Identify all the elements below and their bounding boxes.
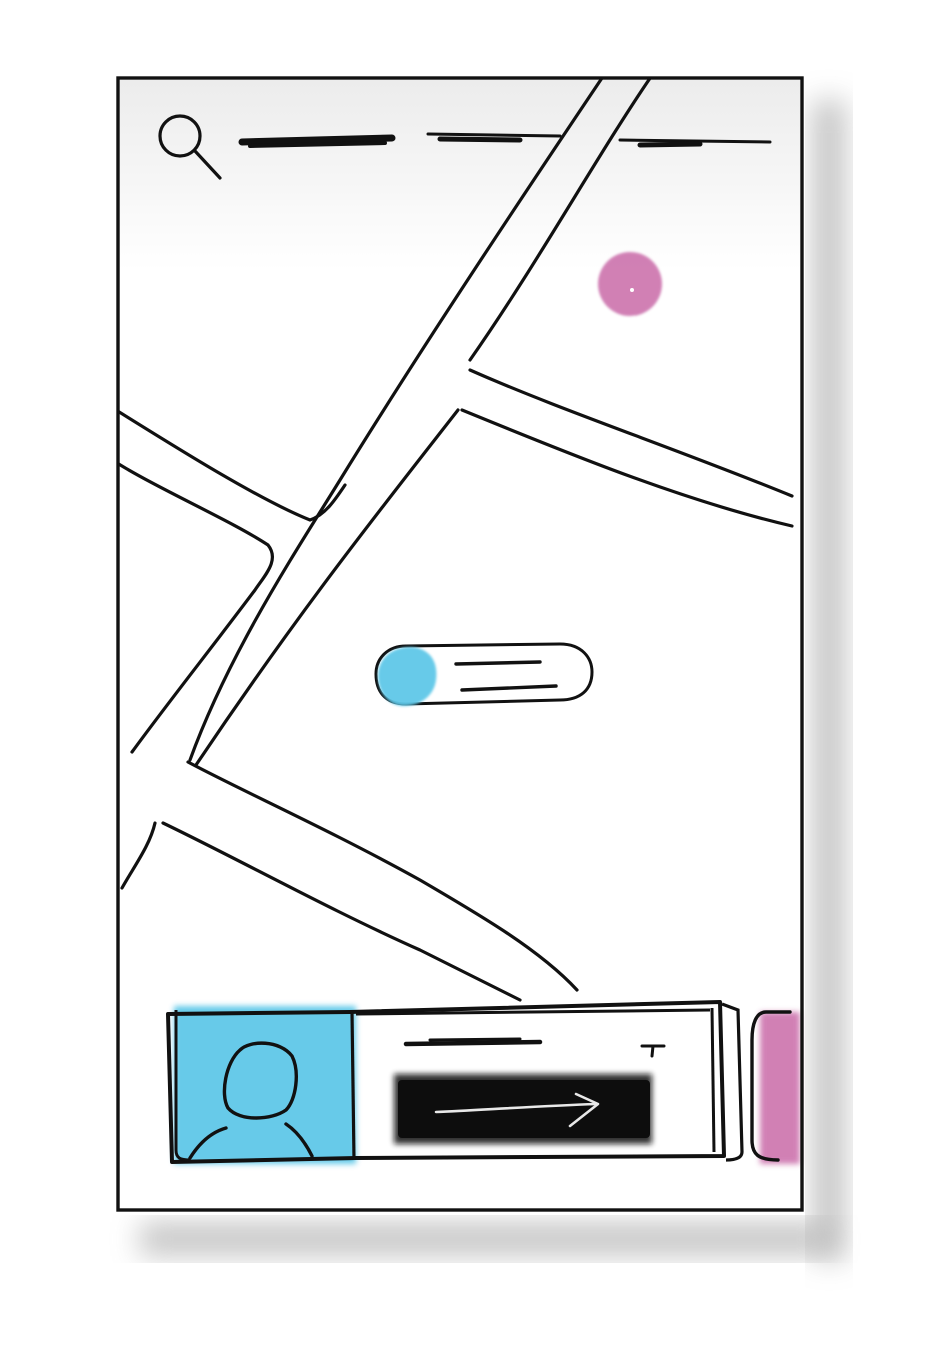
map-poi-marker[interactable] xyxy=(598,252,662,316)
phone-screen xyxy=(116,76,804,1212)
search-header-background xyxy=(120,80,800,270)
card-avatar-background xyxy=(174,1006,356,1164)
card-action-button[interactable] xyxy=(394,1074,652,1144)
map-location-callout[interactable] xyxy=(374,642,594,706)
app-mockup-canvas xyxy=(0,0,948,1346)
callout-text-line-1 xyxy=(454,660,542,666)
